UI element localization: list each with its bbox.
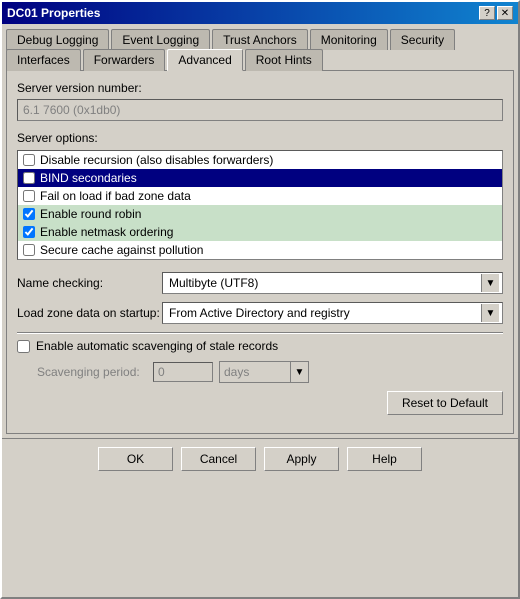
disable-recursion-label: Disable recursion (also disables forward… [40, 153, 273, 167]
ok-button[interactable]: OK [98, 447, 173, 471]
bind-secondaries-checkbox[interactable] [23, 172, 35, 184]
tab-event-logging[interactable]: Event Logging [111, 29, 210, 50]
load-zone-value: From Active Directory and registry [166, 306, 481, 320]
window-title: DC01 Properties [7, 6, 100, 20]
list-item[interactable]: Enable round robin [18, 205, 502, 223]
tab-debug-logging[interactable]: Debug Logging [6, 29, 109, 50]
name-checking-label: Name checking: [17, 276, 162, 290]
enable-netmask-checkbox[interactable] [23, 226, 35, 238]
fail-on-load-checkbox[interactable] [23, 190, 35, 202]
separator [17, 332, 503, 333]
server-version-input [17, 99, 503, 121]
properties-window: DC01 Properties ? ✕ Debug Logging Event … [0, 0, 520, 599]
list-item[interactable]: Secure cache against pollution [18, 241, 502, 259]
title-bar-buttons: ? ✕ [479, 6, 513, 20]
close-titlebar-button[interactable]: ✕ [497, 6, 513, 20]
tab-trust-anchors[interactable]: Trust Anchors [212, 29, 308, 50]
list-item[interactable]: BIND secondaries [18, 169, 502, 187]
list-item[interactable]: Fail on load if bad zone data [18, 187, 502, 205]
load-zone-dropdown[interactable]: From Active Directory and registry ▼ [162, 302, 503, 324]
auto-scavenging-label: Enable automatic scavenging of stale rec… [36, 339, 278, 353]
tab-root-hints[interactable]: Root Hints [245, 49, 323, 71]
content-area: Server version number: Server options: D… [6, 70, 514, 434]
server-options-label: Server options: [17, 131, 503, 145]
secure-cache-label: Secure cache against pollution [40, 243, 203, 257]
server-options-listbox: Disable recursion (also disables forward… [17, 150, 503, 260]
tab-security[interactable]: Security [390, 29, 455, 50]
help-titlebar-button[interactable]: ? [479, 6, 495, 20]
fail-on-load-label: Fail on load if bad zone data [40, 189, 191, 203]
scavenging-unit-arrow: ▼ [290, 362, 308, 382]
name-checking-row: Name checking: Multibyte (UTF8) ▼ [17, 272, 503, 294]
enable-round-robin-label: Enable round robin [40, 207, 141, 221]
load-zone-row: Load zone data on startup: From Active D… [17, 302, 503, 324]
help-button[interactable]: Help [347, 447, 422, 471]
tab-advanced[interactable]: Advanced [167, 49, 242, 71]
tab-interfaces[interactable]: Interfaces [6, 49, 81, 71]
reset-button-row: Reset to Default [17, 391, 503, 415]
load-zone-dropdown-arrow: ▼ [481, 304, 499, 322]
apply-button[interactable]: Apply [264, 447, 339, 471]
tab-row-1: Debug Logging Event Logging Trust Anchor… [2, 24, 518, 49]
server-version-label: Server version number: [17, 81, 503, 95]
reset-default-button[interactable]: Reset to Default [387, 391, 503, 415]
disable-recursion-checkbox[interactable] [23, 154, 35, 166]
load-zone-label: Load zone data on startup: [17, 306, 162, 320]
tab-row-2: Interfaces Forwarders Advanced Root Hint… [2, 48, 518, 70]
auto-scavenging-row: Enable automatic scavenging of stale rec… [17, 339, 503, 353]
tab-monitoring[interactable]: Monitoring [310, 29, 388, 50]
list-item[interactable]: Enable netmask ordering [18, 223, 502, 241]
cancel-button[interactable]: Cancel [181, 447, 256, 471]
bottom-bar: OK Cancel Apply Help [2, 438, 518, 479]
scavenging-unit-value: days [220, 365, 253, 379]
scavenging-period-row: Scavenging period: days ▼ [17, 361, 503, 383]
scavenging-unit-dropdown: days ▼ [219, 361, 309, 383]
name-checking-dropdown-arrow: ▼ [481, 274, 499, 292]
list-item[interactable]: Disable recursion (also disables forward… [18, 151, 502, 169]
name-checking-dropdown[interactable]: Multibyte (UTF8) ▼ [162, 272, 503, 294]
name-checking-value: Multibyte (UTF8) [166, 276, 481, 290]
scavenging-period-input [153, 362, 213, 382]
auto-scavenging-checkbox[interactable] [17, 340, 30, 353]
tab-forwarders[interactable]: Forwarders [83, 49, 166, 71]
enable-netmask-label: Enable netmask ordering [40, 225, 173, 239]
title-bar: DC01 Properties ? ✕ [2, 2, 518, 24]
bind-secondaries-label: BIND secondaries [40, 171, 137, 185]
scavenging-period-label: Scavenging period: [37, 365, 147, 379]
secure-cache-checkbox[interactable] [23, 244, 35, 256]
enable-round-robin-checkbox[interactable] [23, 208, 35, 220]
